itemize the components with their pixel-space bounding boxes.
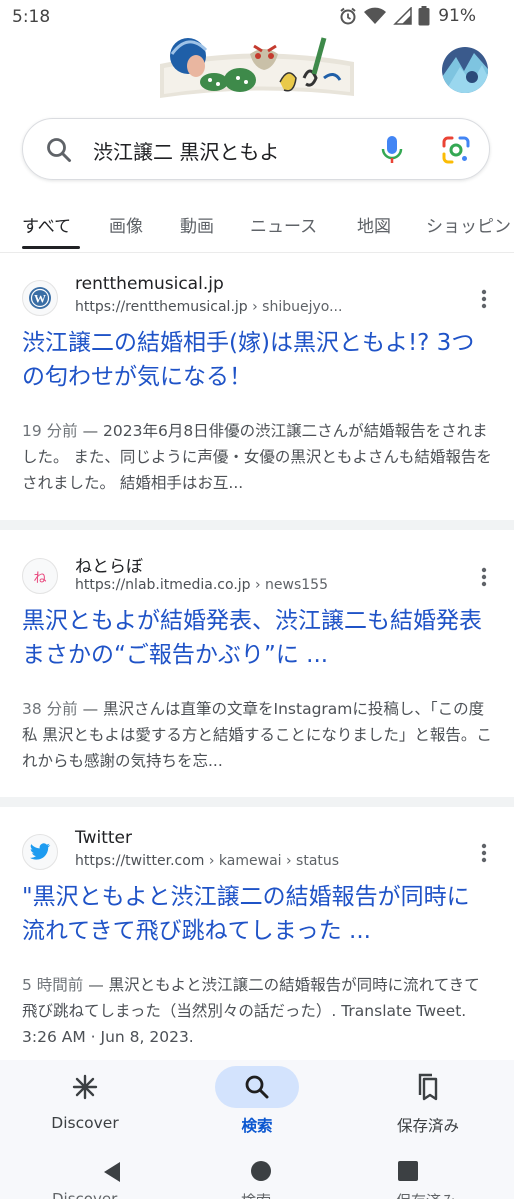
alarm-icon: [340, 7, 356, 25]
asterisk-icon: [72, 1074, 98, 1100]
result-url-path: › shibuejyo...: [247, 299, 343, 315]
search-icon: [47, 138, 71, 162]
result-time: 38 分前: [22, 700, 78, 718]
result-snippet: 5 時間前 — 黒沢ともよと渋江譲二の結婚報告が同時に流れてきて飛び跳ねてしまっ…: [22, 976, 480, 1046]
status-icons: 91%: [338, 6, 476, 26]
nav-label-saved: 保存済み: [396, 1117, 459, 1135]
nav-discover[interactable]: Discover: [25, 1066, 145, 1132]
bottom-navigation: Discover 検索 保存済み: [0, 1060, 514, 1146]
nav-label-discover: Discover: [51, 1114, 119, 1132]
search-bar[interactable]: 渋江譲二 黒沢ともよ: [22, 118, 490, 180]
more-options-icon[interactable]: [476, 566, 492, 588]
tab-shopping[interactable]: ショッピン: [426, 212, 511, 237]
result-snippet: 38 分前 — 黒沢さんは直筆の文章をInstagramに投稿し、「この度 私 …: [22, 700, 492, 770]
result-url-path: › kamewai › status: [204, 853, 340, 869]
result-title-link[interactable]: 黒沢ともよが結婚発表、渋江譲二も結婚発表 まさかの“ご報告かぶり”に ...: [22, 604, 492, 672]
signal-icon: [393, 7, 412, 25]
search-input[interactable]: 渋江譲二 黒沢ともよ: [93, 136, 279, 165]
more-options-icon[interactable]: [476, 288, 492, 310]
result-site-name: Twitter: [75, 828, 132, 848]
active-tab-indicator: [22, 246, 80, 249]
result-snippet-text: 黒沢ともよと渋江譲二の結婚報告が同時に流れてきて飛び跳ねてしまった（当然別々の話…: [22, 976, 480, 1046]
nav-label-search: 検索: [241, 1117, 273, 1135]
google-lens-icon[interactable]: [441, 135, 471, 165]
ghost-nav-label: Discover: [52, 1190, 118, 1199]
nav-icon-container: [386, 1066, 470, 1108]
nav-icon-container: [43, 1066, 127, 1108]
wordpress-icon: W: [22, 280, 58, 316]
netorabo-icon-glyph: ね: [33, 570, 47, 586]
twitter-icon: [22, 834, 58, 870]
battery-icon: [418, 6, 430, 26]
system-navigation-bar: Discover 検索 保存済み: [0, 1146, 514, 1199]
voice-search-icon[interactable]: [379, 135, 405, 165]
back-icon[interactable]: [100, 1160, 124, 1184]
nav-saved[interactable]: 保存済み: [368, 1066, 488, 1136]
search-tabs: すべて 画像 動画 ニュース 地図 ショッピン: [0, 200, 514, 252]
tabs-divider: [0, 252, 514, 253]
result-separator: [0, 797, 514, 807]
result-url-host: https://rentthemusical.jp: [75, 299, 248, 315]
tab-all[interactable]: すべて: [22, 212, 71, 237]
result-title-link[interactable]: 渋江譲二の結婚相手(嫁)は黒沢ともよ!? 3つの匂わせが気になる！: [22, 326, 492, 394]
battery-percent: 91%: [438, 6, 476, 26]
recents-icon[interactable]: [397, 1160, 419, 1182]
tab-images[interactable]: 画像: [109, 212, 143, 237]
ghost-nav-label: 保存済み: [396, 1190, 456, 1199]
search-icon: [245, 1075, 269, 1099]
result-site-name: rentthemusical.jp: [75, 274, 224, 294]
result-title-link[interactable]: "黒沢ともよと渋江譲二の結婚報告が同時に流れてきて飛び跳ねてしまった ...: [22, 880, 492, 948]
nav-search[interactable]: 検索: [197, 1066, 317, 1136]
status-bar: 5:18 91%: [0, 0, 514, 34]
result-separator: [0, 520, 514, 530]
result-site-name: ねとらぼ: [75, 557, 143, 577]
svg-text:W: W: [34, 292, 46, 306]
result-url-host: https://twitter.com: [75, 853, 205, 869]
result-snippet-text: 黒沢さんは直筆の文章をInstagramに投稿し、「この度 私 黒沢ともよは愛す…: [22, 700, 492, 770]
wifi-icon: [364, 7, 387, 24]
result-snippet: 19 分前 — 2023年6月8日俳優の渋江譲二さんが結婚報告をされました。 ま…: [22, 422, 492, 492]
result-url-host: https://nlab.itmedia.co.jp: [75, 577, 251, 593]
result-time: 5 時間前: [22, 976, 84, 994]
more-options-icon[interactable]: [476, 842, 492, 864]
status-time: 5:18: [12, 7, 51, 27]
result-snippet-text: 2023年6月8日俳優の渋江譲二さんが結婚報告をされました。 また、同じように声…: [22, 422, 492, 492]
result-url-path: › news155: [250, 577, 328, 593]
netorabo-icon: ね: [22, 558, 58, 594]
bookmarks-icon: [418, 1073, 438, 1101]
result-time: 19 分前: [22, 422, 78, 440]
ghost-nav-label: 検索: [241, 1190, 271, 1199]
result-url[interactable]: https://twitter.com › kamewai › status: [75, 853, 339, 869]
result-url[interactable]: https://nlab.itmedia.co.jp › news155: [75, 577, 328, 593]
nav-icon-container: [215, 1066, 299, 1108]
google-doodle[interactable]: [154, 34, 360, 106]
tab-news[interactable]: ニュース: [250, 212, 317, 237]
home-icon[interactable]: [250, 1160, 272, 1182]
result-url[interactable]: https://rentthemusical.jp › shibuejyo...: [75, 299, 342, 315]
tab-maps[interactable]: 地図: [357, 212, 391, 237]
tab-videos[interactable]: 動画: [180, 212, 214, 237]
profile-avatar[interactable]: [442, 47, 488, 93]
